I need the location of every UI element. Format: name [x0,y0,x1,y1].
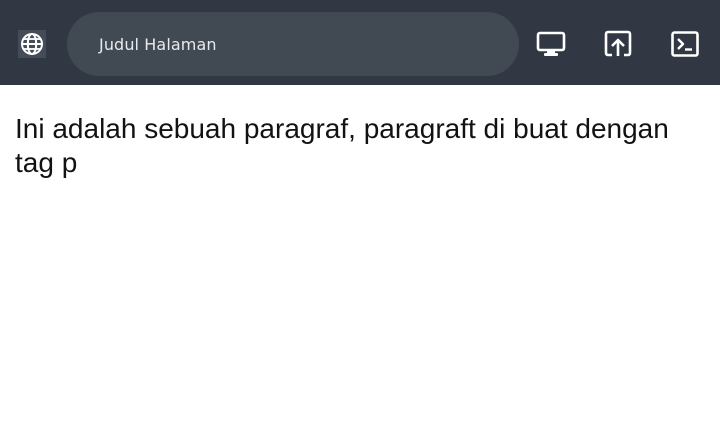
page-title: Judul Halaman [99,34,217,54]
globe-icon [18,30,46,58]
page-title-bar[interactable]: Judul Halaman [67,12,519,76]
open-in-new-window-button[interactable] [603,29,633,59]
terminal-icon [671,31,699,57]
open-in-new-icon [604,30,632,57]
preview-toolbar: Judul Halaman [0,0,720,85]
console-button[interactable] [670,29,700,59]
desktop-icon [536,31,566,56]
desktop-view-button[interactable] [536,29,566,59]
paragraph-text: Ini adalah sebuah paragraf, paragraft di… [15,113,669,178]
